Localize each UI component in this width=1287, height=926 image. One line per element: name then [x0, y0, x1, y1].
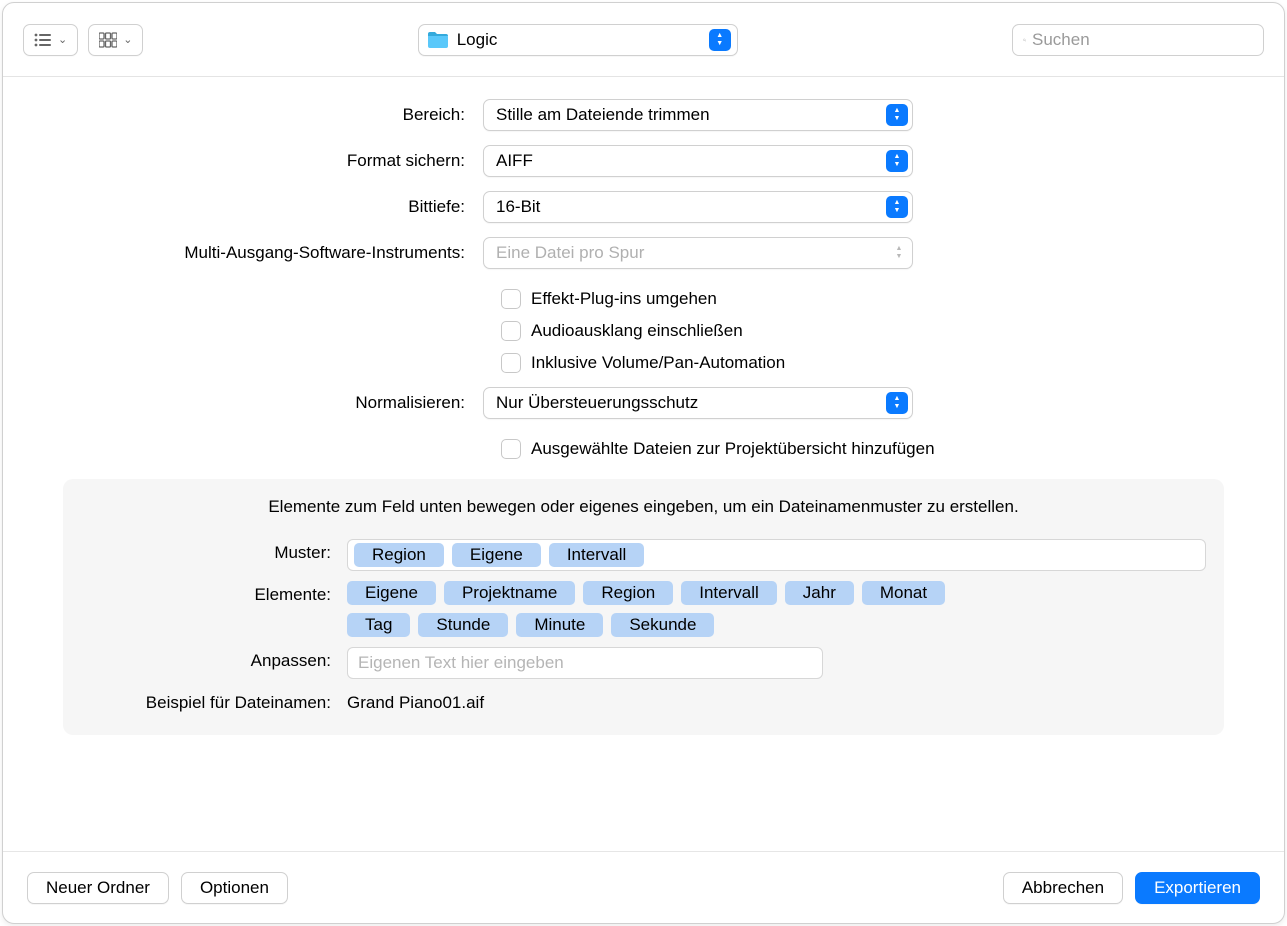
element-token[interactable]: Region [583, 581, 673, 605]
toolbar: ⌄ ⌄ Logic [3, 3, 1284, 77]
search-field[interactable] [1012, 24, 1264, 56]
elements-label: Elemente: [81, 581, 347, 605]
element-token[interactable]: Projektname [444, 581, 575, 605]
add-to-project-label: Ausgewählte Dateien zur Projektübersicht… [531, 439, 935, 459]
format-label: Format sichern: [63, 151, 483, 171]
footer: Neuer Ordner Optionen Abbrechen Exportie… [3, 851, 1284, 923]
include-tail-checkbox[interactable] [501, 321, 521, 341]
element-token[interactable]: Intervall [681, 581, 777, 605]
pattern-instruction: Elemente zum Feld unten bewegen oder eig… [81, 497, 1206, 517]
custom-label: Anpassen: [81, 647, 347, 671]
bypass-fx-label: Effekt-Plug-ins umgehen [531, 289, 717, 309]
pattern-token[interactable]: Intervall [549, 543, 645, 567]
elements-token-pool: Eigene Projektname Region Intervall Jahr Mona… [347, 581, 997, 637]
normalize-popup[interactable]: Nur Übersteuerungsschutz [483, 387, 913, 419]
bypass-fx-checkbox[interactable] [501, 289, 521, 309]
element-token[interactable]: Tag [347, 613, 410, 637]
range-popup[interactable]: Stille am Dateiende trimmen [483, 99, 913, 131]
grid-icon [99, 32, 117, 48]
new-folder-button[interactable]: Neuer Ordner [27, 872, 169, 904]
example-label: Beispiel für Dateinamen: [81, 689, 347, 713]
add-to-project-checkbox[interactable] [501, 439, 521, 459]
cancel-button[interactable]: Abbrechen [1003, 872, 1123, 904]
updown-arrows-icon [709, 29, 731, 51]
export-dialog: ⌄ ⌄ Logic [2, 2, 1285, 924]
element-token[interactable]: Jahr [785, 581, 854, 605]
pattern-token-field[interactable]: Region Eigene Intervall [347, 539, 1206, 571]
bitdepth-popup[interactable]: 16-Bit [483, 191, 913, 223]
custom-text-input[interactable] [347, 647, 823, 679]
updown-arrows-icon [886, 392, 908, 414]
multiout-label: Multi-Ausgang-Software-Instruments: [63, 243, 483, 263]
element-token[interactable]: Sekunde [611, 613, 714, 637]
pattern-token[interactable]: Region [354, 543, 444, 567]
updown-arrows-icon [886, 196, 908, 218]
include-tail-label: Audioausklang einschließen [531, 321, 743, 341]
chevron-down-icon: ⌄ [58, 33, 67, 46]
element-token[interactable]: Monat [862, 581, 945, 605]
updown-arrows-icon [886, 150, 908, 172]
pattern-token[interactable]: Eigene [452, 543, 541, 567]
view-list-button[interactable]: ⌄ [23, 24, 78, 56]
search-icon [1023, 32, 1026, 48]
export-button[interactable]: Exportieren [1135, 872, 1260, 904]
element-token[interactable]: Eigene [347, 581, 436, 605]
include-volpan-checkbox[interactable] [501, 353, 521, 373]
folder-icon [427, 31, 449, 49]
search-input[interactable] [1032, 30, 1253, 50]
updown-arrows-icon [886, 104, 908, 126]
updown-arrows-icon [890, 245, 908, 261]
range-label: Bereich: [63, 105, 483, 125]
element-token[interactable]: Minute [516, 613, 603, 637]
normalize-label: Normalisieren: [63, 393, 483, 413]
list-icon [34, 32, 52, 48]
pattern-label: Muster: [81, 539, 347, 563]
chevron-down-icon: ⌄ [123, 33, 132, 46]
location-popup[interactable]: Logic [418, 24, 738, 56]
bitdepth-label: Bittiefe: [63, 197, 483, 217]
location-label: Logic [457, 30, 701, 50]
view-grid-button[interactable]: ⌄ [88, 24, 143, 56]
element-token[interactable]: Stunde [418, 613, 508, 637]
filename-pattern-panel: Elemente zum Feld unten bewegen oder eig… [63, 479, 1224, 735]
multiout-popup: Eine Datei pro Spur [483, 237, 913, 269]
main-form: Bereich: Stille am Dateiende trimmen For… [3, 77, 1284, 851]
include-volpan-label: Inklusive Volume/Pan-Automation [531, 353, 785, 373]
options-button[interactable]: Optionen [181, 872, 288, 904]
example-filename: Grand Piano01.aif [347, 689, 484, 713]
format-popup[interactable]: AIFF [483, 145, 913, 177]
